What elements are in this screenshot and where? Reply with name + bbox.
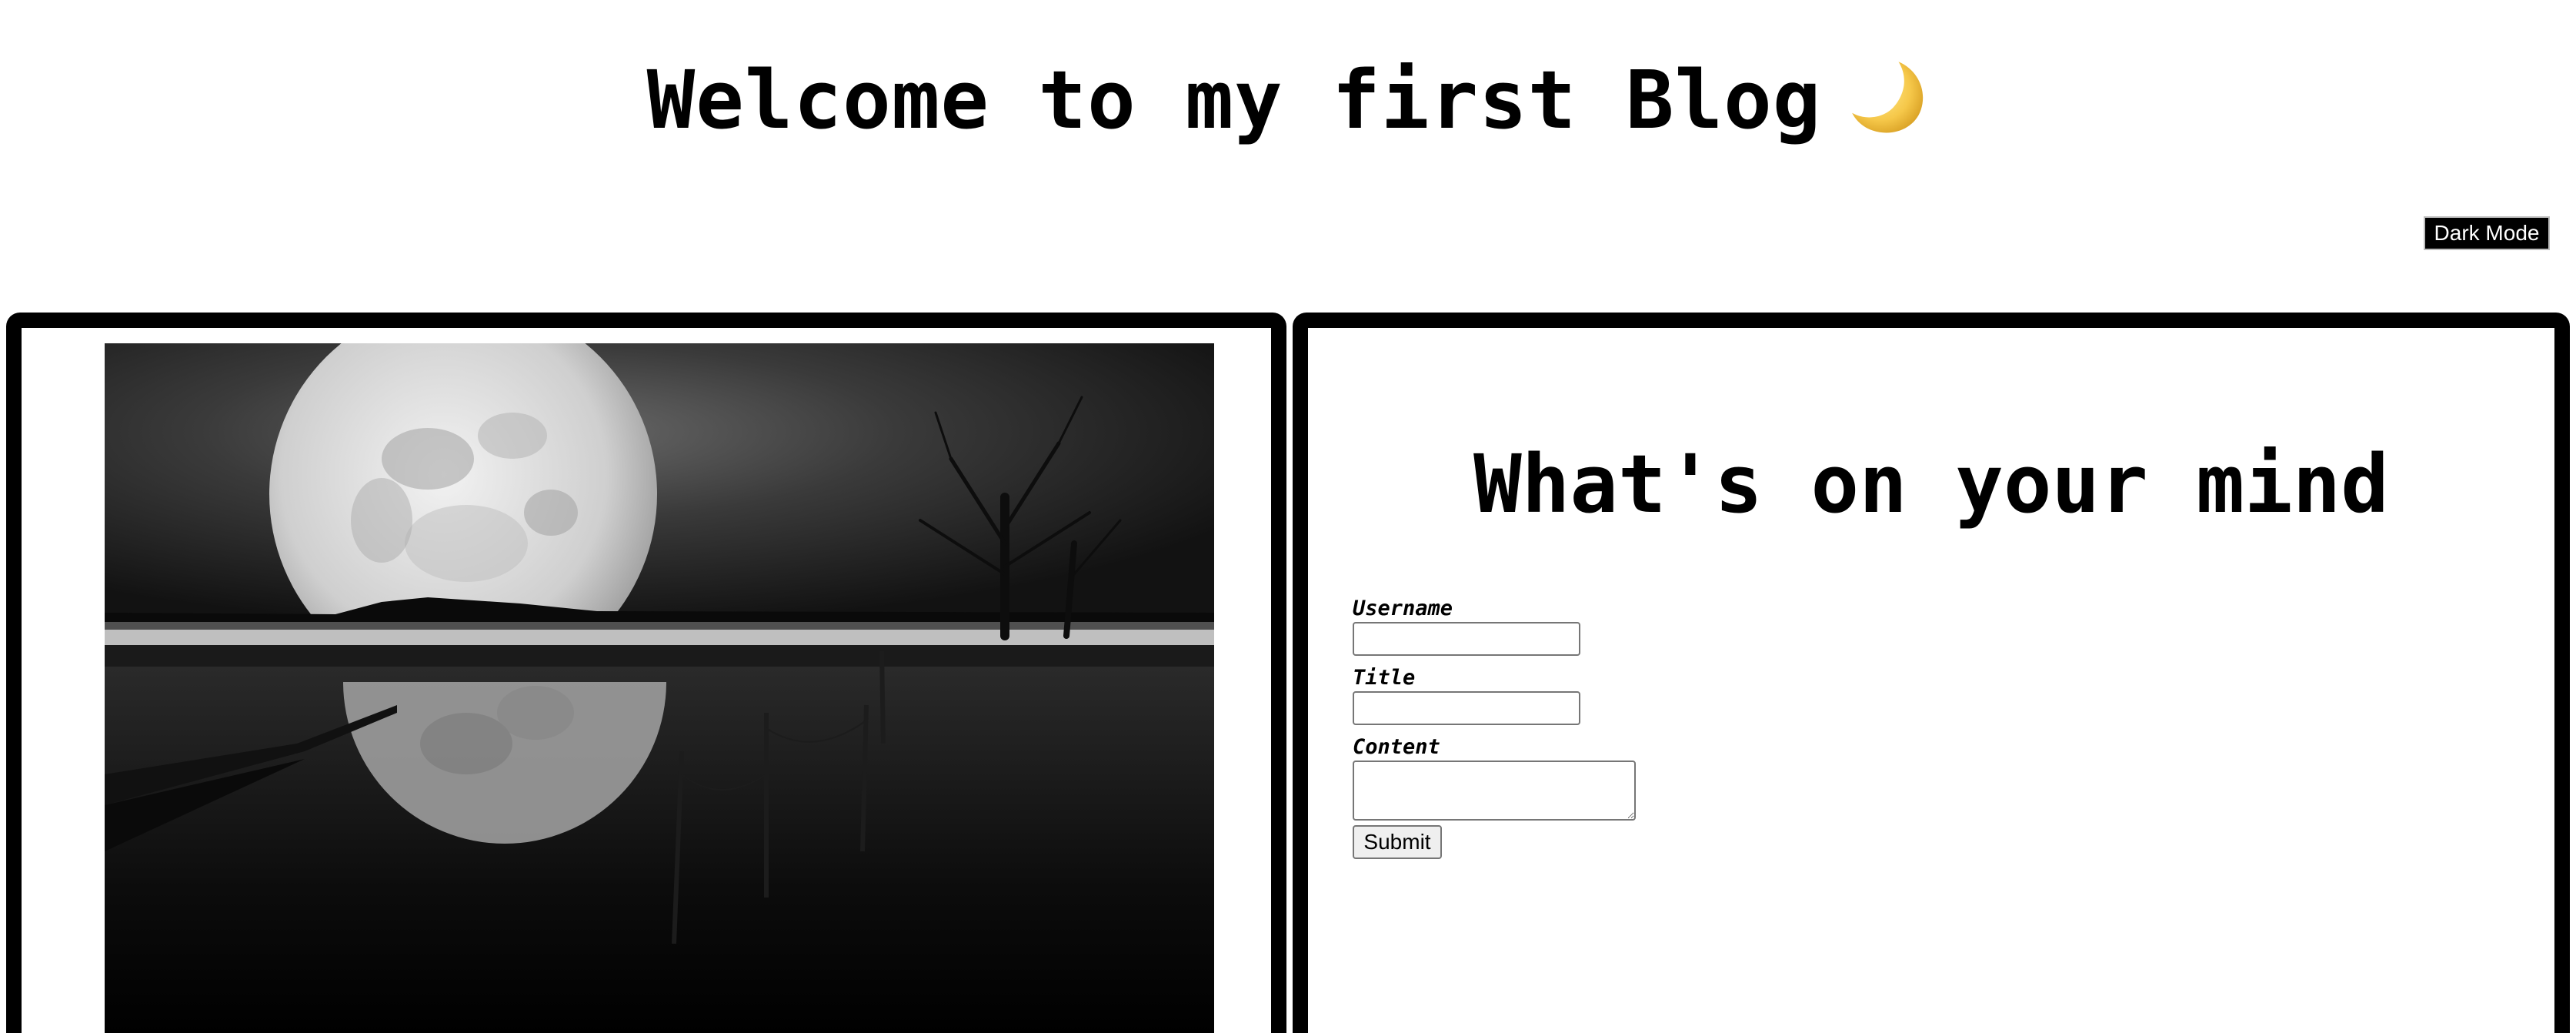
moon-landscape-image (105, 343, 1214, 1033)
content-textarea[interactable] (1353, 761, 1636, 821)
post-form-panel: What's on your mind Username Title Conte… (1293, 313, 2570, 1033)
site-title: Welcome to my first Blog (0, 46, 2576, 154)
content-label: Content (1353, 735, 1440, 759)
crescent-moon-icon (1849, 57, 1929, 137)
submit-button[interactable]: Submit (1353, 825, 1442, 859)
username-label: Username (1353, 597, 1453, 620)
title-input[interactable] (1353, 691, 1580, 725)
dark-mode-button[interactable]: Dark Mode (2424, 216, 2550, 250)
form-heading: What's on your mind (1473, 437, 2389, 531)
title-label: Title (1353, 666, 1416, 690)
username-input[interactable] (1353, 622, 1580, 656)
image-panel (6, 313, 1286, 1033)
site-title-text: Welcome to my first Blog (646, 53, 1822, 147)
post-form: Username Title Content Submit (1353, 596, 1891, 859)
